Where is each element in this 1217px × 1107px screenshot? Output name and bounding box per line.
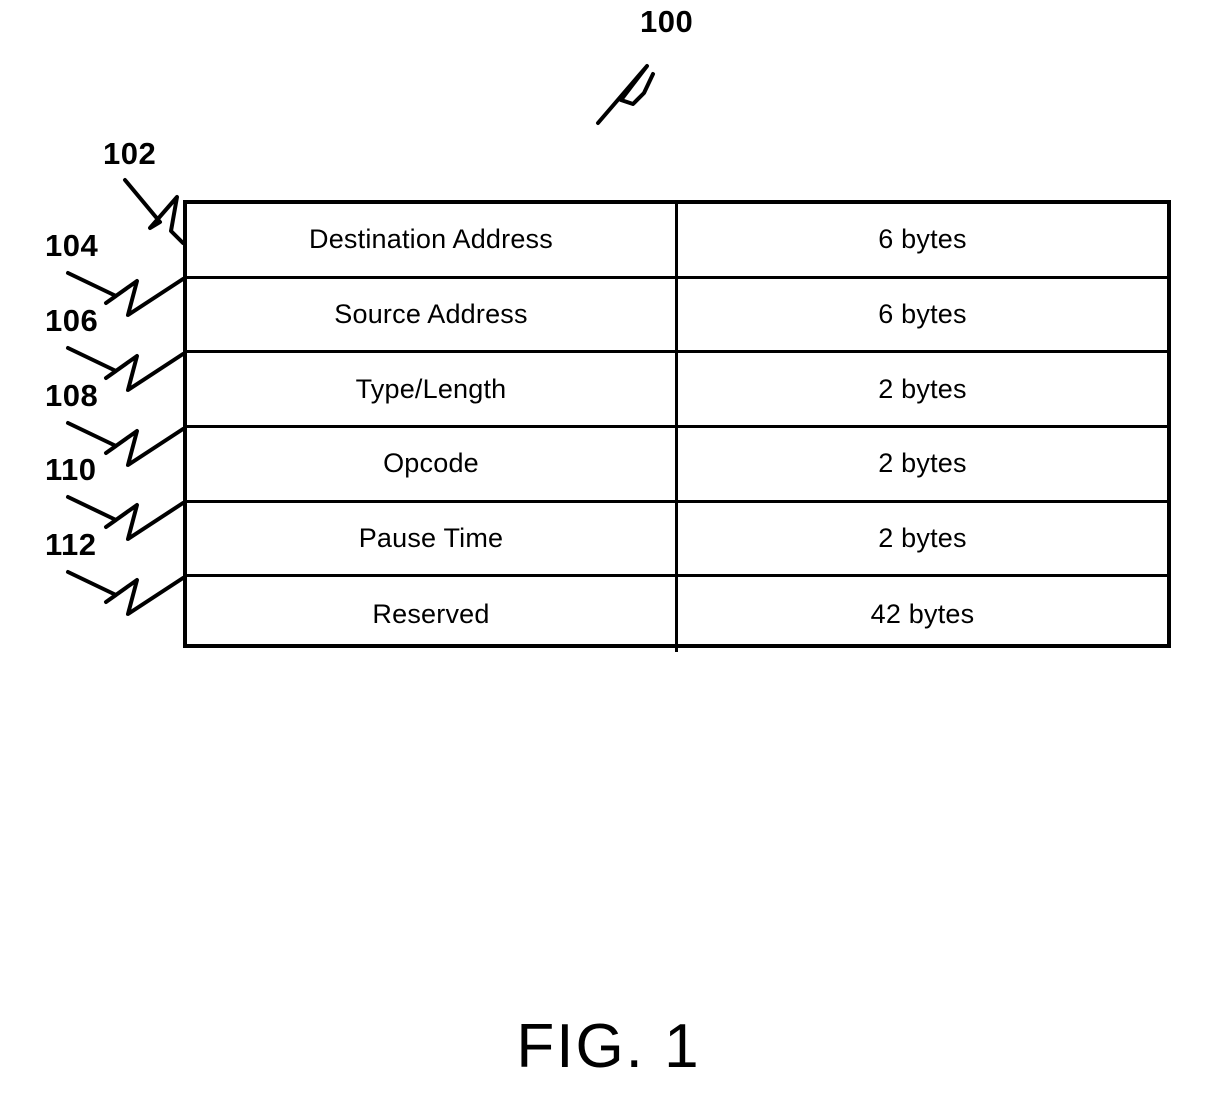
table-row: Source Address 6 bytes bbox=[187, 278, 1167, 354]
patent-figure-page: 100 102 104 106 108 110 112 Destination … bbox=[0, 0, 1217, 1107]
field-size-cell: 6 bytes bbox=[878, 224, 967, 255]
reference-numeral-108: 108 bbox=[45, 378, 99, 413]
reference-numeral-106: 106 bbox=[45, 303, 99, 338]
field-size-cell: 2 bytes bbox=[878, 522, 967, 553]
field-name-cell: Pause Time bbox=[187, 502, 678, 575]
reference-numeral-102: 102 bbox=[103, 136, 157, 171]
field-name-cell: Reserved bbox=[187, 577, 678, 652]
field-size-cell: 6 bytes bbox=[878, 298, 967, 329]
pause-frame-format-table: Destination Address 6 bytes Source Addre… bbox=[183, 200, 1171, 652]
reference-numeral-112: 112 bbox=[45, 527, 97, 562]
lead-line-112 bbox=[66, 570, 185, 616]
table-row: Opcode 2 bytes bbox=[187, 427, 1167, 503]
lead-line-102 bbox=[123, 178, 185, 245]
reference-numeral-110: 110 bbox=[45, 452, 97, 487]
figure-reference-100: 100 bbox=[640, 4, 694, 39]
field-size-cell: 2 bytes bbox=[878, 373, 967, 404]
lead-line-100 bbox=[596, 64, 655, 125]
table-row: Pause Time 2 bytes bbox=[187, 502, 1167, 578]
table-row: Reserved 42 bytes bbox=[187, 577, 1167, 652]
field-name-cell: Opcode bbox=[187, 427, 678, 500]
field-name-cell: Source Address bbox=[187, 278, 678, 351]
field-size-cell: 2 bytes bbox=[878, 448, 967, 479]
field-size-cell: 42 bytes bbox=[870, 599, 975, 630]
figure-caption: FIG. 1 bbox=[516, 1012, 701, 1081]
table-row: Destination Address 6 bytes bbox=[187, 204, 1167, 279]
reference-numeral-104: 104 bbox=[45, 228, 99, 263]
field-name-cell: Destination Address bbox=[187, 204, 678, 276]
table-row: Type/Length 2 bytes bbox=[187, 353, 1167, 428]
field-name-cell: Type/Length bbox=[187, 353, 678, 425]
